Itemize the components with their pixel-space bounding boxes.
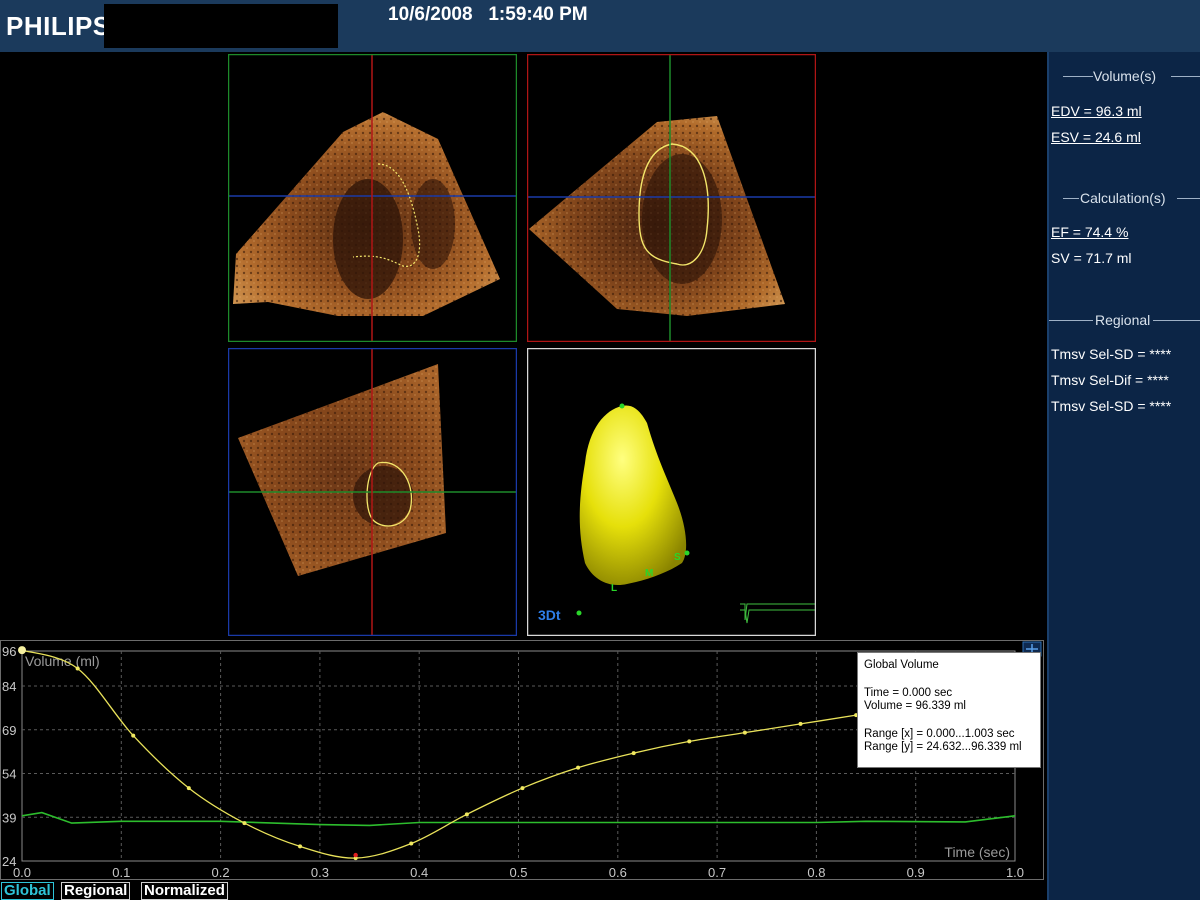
calculations-title: Calculation(s) — [1080, 190, 1166, 206]
x-tick-label: 0.0 — [13, 865, 31, 880]
x-tick-label: 0.9 — [907, 865, 925, 880]
viewport-3d-model[interactable]: S L M 3Dt — [527, 348, 816, 636]
x-tick-label: 0.4 — [410, 865, 428, 880]
tmsv-sel-dif: Tmsv Sel-Dif = **** — [1051, 372, 1169, 388]
tmsv-sel-sd-1: Tmsv Sel-SD = **** — [1051, 346, 1172, 362]
volume-point — [131, 733, 136, 738]
x-tick-label: 0.5 — [509, 865, 527, 880]
tab-global[interactable]: Global — [1, 882, 54, 900]
marker-l: L — [611, 583, 617, 594]
esv-marker — [353, 852, 358, 858]
y-tick-label: 69 — [2, 723, 16, 738]
viewport-apical-4ch[interactable] — [228, 54, 517, 342]
volume-point — [298, 844, 303, 849]
volume-curve — [21, 649, 857, 859]
sv-value: SV = 71.7 ml — [1051, 250, 1132, 266]
x-axis-label: Time (sec) — [944, 844, 1010, 860]
philips-logo: PHILIPS — [6, 11, 111, 41]
volume-point — [687, 739, 692, 744]
lv-3d-model-image: S L M 3Dt — [527, 348, 816, 636]
volume-point — [742, 730, 747, 735]
viewport-apical-2ch[interactable] — [527, 54, 816, 342]
volumes-title: Volume(s) — [1093, 68, 1157, 84]
tooltip-time: Time = 0.000 sec — [864, 686, 953, 699]
marker-s: S — [674, 552, 681, 563]
volume-point — [798, 721, 803, 726]
tooltip-title: Global Volume — [864, 659, 939, 671]
x-tick-label: 0.6 — [609, 865, 627, 880]
patient-info-redacted — [104, 4, 338, 48]
calculations-header: Calculation(s) — [1049, 190, 1200, 206]
volume-point — [186, 786, 191, 791]
volume-point — [18, 646, 26, 655]
ef-value[interactable]: EF = 74.4 % — [1051, 224, 1128, 240]
x-tick-label: 0.3 — [311, 865, 329, 880]
volume-point — [576, 765, 581, 770]
x-tick-label: 0.1 — [112, 865, 130, 880]
y-tick-label: 39 — [2, 810, 16, 825]
volume-point — [75, 666, 80, 671]
tooltip-volume: Volume = 96.339 ml — [864, 700, 966, 712]
x-tick-label: 0.7 — [708, 865, 726, 880]
esv-value[interactable]: ESV = 24.6 ml — [1051, 129, 1141, 145]
x-tick-label: 0.2 — [212, 865, 230, 880]
viewport-short-axis-image — [228, 348, 517, 636]
y-axis-label: Volume (ml) — [25, 653, 100, 669]
x-tick-label: 0.8 — [807, 865, 825, 880]
viewport-apical-4ch-image — [228, 54, 517, 342]
header-bar: PHILIPS 10/6/2008 1:59:40 PM — [0, 0, 1200, 52]
volume-point — [631, 751, 636, 756]
x-tick-label: 1.0 — [1006, 865, 1024, 880]
volume-point — [409, 841, 414, 846]
viewport-short-axis[interactable] — [228, 348, 517, 636]
regional-header: Regional — [1049, 312, 1200, 328]
regional-title: Regional — [1095, 312, 1151, 328]
mode-3dt-label: 3Dt — [538, 607, 561, 623]
exam-datetime: 10/6/2008 1:59:40 PM — [388, 4, 588, 25]
edv-value[interactable]: EDV = 96.3 ml — [1051, 103, 1142, 119]
volume-point — [464, 812, 469, 817]
viewport-apical-2ch-image — [527, 54, 816, 342]
global-volume-tooltip: Global Volume Time = 0.000 sec Volume = … — [857, 652, 1041, 768]
analysis-tabs: Global Regional Normalized — [0, 881, 1045, 900]
y-tick-label: 54 — [2, 767, 16, 782]
tooltip-range-x: Range [x] = 0.000...1.003 sec — [864, 727, 1015, 740]
volume-point — [242, 821, 247, 826]
tab-normalized[interactable]: Normalized — [141, 882, 228, 900]
tooltip-range-y: Range [y] = 24.632...96.339 ml — [864, 741, 1022, 753]
tmsv-sel-sd-2: Tmsv Sel-SD = **** — [1051, 398, 1172, 414]
y-tick-label: 96 — [2, 644, 16, 659]
volumes-header: Volume(s) — [1049, 68, 1200, 84]
y-tick-label: 84 — [2, 679, 16, 694]
marker-m: M — [645, 568, 653, 579]
tab-regional[interactable]: Regional — [61, 882, 131, 900]
lv-mesh — [579, 405, 687, 586]
measurements-panel: Volume(s) EDV = 96.3 ml ESV = 24.6 ml Ca… — [1047, 52, 1200, 900]
volume-point — [520, 786, 525, 791]
